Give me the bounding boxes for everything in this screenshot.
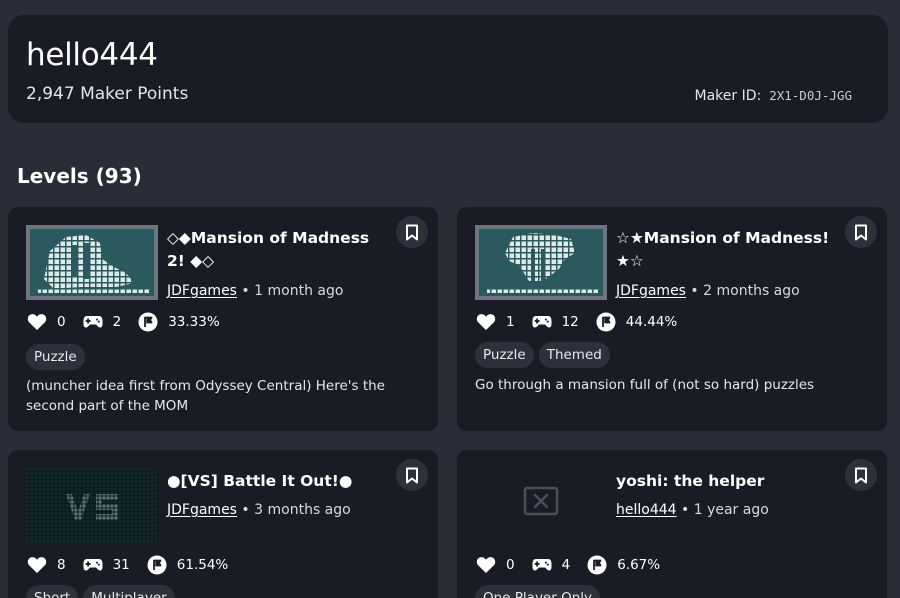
clear-rate: 61.54%	[176, 557, 229, 573]
level-title[interactable]: ◇◆Mansion of Madness 2! ◆◇	[167, 227, 392, 273]
heart-icon	[475, 554, 497, 576]
clear-rate: 44.44%	[625, 314, 678, 330]
maker-link[interactable]: hello444	[616, 502, 677, 518]
gamepad-icon	[82, 554, 104, 576]
level-description: (muncher idea first from Odyssey Central…	[26, 378, 385, 414]
heart-icon	[26, 554, 48, 576]
bookmark-icon	[406, 467, 418, 483]
level-byline: JDFgames • 2 months ago	[616, 283, 800, 299]
maker-id: Maker ID: 2X1-D0J-JGG	[694, 88, 852, 104]
bookmark-button[interactable]	[845, 459, 877, 491]
maker-points: 2,947 Maker Points	[26, 84, 189, 104]
level-title[interactable]: ●[VS] Battle It Out!●	[167, 470, 392, 493]
level-byline: JDFgames • 3 months ago	[167, 502, 351, 518]
level-tags: Short Multiplayer	[26, 585, 175, 598]
plays-count: 2	[112, 314, 122, 330]
plays-count: 12	[561, 314, 579, 330]
clear-rate: 6.67%	[617, 557, 661, 573]
level-thumbnail[interactable]	[26, 468, 158, 543]
tag-chip[interactable]: Puzzle	[475, 342, 534, 368]
level-description: Go through a mansion full of (not so har…	[475, 377, 815, 393]
level-title[interactable]: yoshi: the helper	[616, 470, 841, 493]
maker-link[interactable]: JDFgames	[616, 283, 686, 299]
likes-count: 0	[506, 557, 515, 573]
maker-link[interactable]: JDFgames	[167, 502, 237, 518]
gamepad-icon	[82, 311, 104, 333]
level-age: • 2 months ago	[685, 283, 800, 299]
level-tags: Puzzle Themed	[475, 342, 610, 368]
level-age: • 3 months ago	[236, 502, 351, 518]
level-card[interactable]: ☆★Mansion of Madness! ★☆ JDFgames • 2 mo…	[457, 207, 887, 431]
mansion-thumbnail-image	[30, 229, 154, 296]
mansion-thumbnail-image	[479, 229, 603, 296]
flag-icon	[595, 311, 617, 333]
maker-link[interactable]: JDFgames	[167, 283, 237, 299]
bookmark-button[interactable]	[845, 216, 877, 248]
levels-heading: Levels (93)	[17, 164, 142, 188]
level-stats: 8 31 61.54%	[26, 553, 244, 577]
clear-rate: 33.33%	[168, 314, 220, 330]
heart-icon	[26, 311, 48, 333]
level-card[interactable]: ●[VS] Battle It Out!● JDFgames • 3 month…	[8, 450, 438, 598]
maker-id-label: Maker ID:	[694, 88, 762, 104]
level-tags: One Player Only	[475, 585, 601, 598]
profile-name: hello444	[26, 37, 158, 73]
level-thumbnail[interactable]	[475, 225, 607, 300]
bookmark-button[interactable]	[396, 459, 428, 491]
vs-thumbnail-image	[26, 468, 158, 543]
plays-count: 31	[112, 557, 130, 573]
level-card[interactable]: yoshi: the helper hello444 • 1 year ago …	[457, 450, 887, 598]
level-title[interactable]: ☆★Mansion of Madness! ★☆	[616, 227, 841, 273]
missing-image-icon	[523, 486, 559, 516]
level-byline: hello444 • 1 year ago	[616, 502, 769, 518]
level-stats: 1 12 44.44%	[475, 310, 693, 334]
likes-count: 0	[57, 314, 66, 330]
level-age: • 1 year ago	[676, 502, 769, 518]
maker-id-code: 2X1-D0J-JGG	[769, 88, 852, 103]
level-stats: 0 4 6.67%	[475, 553, 676, 577]
bookmark-button[interactable]	[396, 216, 428, 248]
tag-chip[interactable]: Short	[26, 585, 79, 598]
tag-chip[interactable]: Multiplayer	[83, 585, 175, 598]
gamepad-icon	[531, 554, 553, 576]
gamepad-icon	[531, 311, 553, 333]
profile-card: hello444 2,947 Maker Points Maker ID: 2X1…	[8, 15, 888, 123]
likes-count: 1	[506, 314, 515, 330]
flag-icon	[137, 311, 159, 333]
level-card[interactable]: ◇◆Mansion of Madness 2! ◆◇ JDFgames • 1 …	[8, 207, 438, 431]
level-age: • 1 month ago	[236, 283, 344, 299]
level-byline: JDFgames • 1 month ago	[167, 283, 343, 299]
bookmark-icon	[855, 224, 867, 240]
level-thumbnail[interactable]	[26, 225, 158, 300]
tag-chip[interactable]: Puzzle	[26, 344, 85, 370]
bookmark-icon	[406, 224, 418, 240]
tag-chip[interactable]: Themed	[538, 342, 610, 368]
plays-count: 4	[561, 557, 571, 573]
level-thumbnail[interactable]	[475, 468, 607, 543]
tag-chip[interactable]: One Player Only	[475, 585, 601, 598]
heart-icon	[475, 311, 497, 333]
bookmark-icon	[855, 467, 867, 483]
flag-icon	[586, 554, 608, 576]
flag-icon	[146, 554, 168, 576]
level-stats: 0 2 33.33%	[26, 310, 236, 334]
level-tags: Puzzle	[26, 344, 85, 370]
likes-count: 8	[57, 557, 66, 573]
